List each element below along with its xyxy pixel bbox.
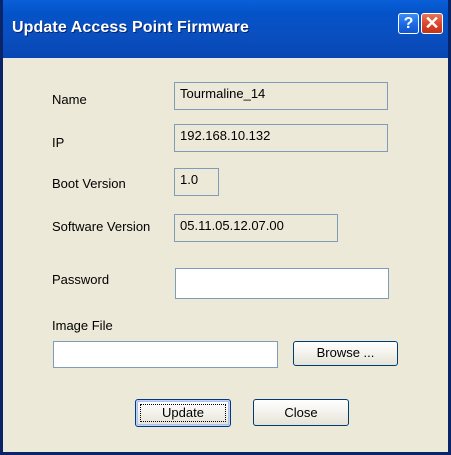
update-firmware-dialog: Update Access Point Firmware ? ✕ Name To… xyxy=(0,0,451,455)
software-version-label: Software Version xyxy=(52,219,151,234)
window-title: Update Access Point Firmware xyxy=(12,19,249,36)
help-button[interactable]: ? xyxy=(398,13,419,34)
software-version-value-field: 05.11.05.12.07.00 xyxy=(174,214,338,242)
title-close-button[interactable]: ✕ xyxy=(421,13,443,34)
boot-version-value-field: 1.0 xyxy=(174,168,219,196)
image-file-input[interactable] xyxy=(53,341,278,368)
update-button[interactable]: Update xyxy=(135,399,231,427)
image-file-label: Image File xyxy=(52,318,113,333)
update-button-label: Update xyxy=(162,405,204,420)
title-bar[interactable]: Update Access Point Firmware ? ✕ xyxy=(3,0,448,58)
password-input[interactable] xyxy=(175,268,389,299)
name-value-field: Tourmaline_14 xyxy=(174,82,388,110)
password-label: Password xyxy=(52,272,110,287)
close-button[interactable]: Close xyxy=(253,399,349,426)
name-label: Name xyxy=(52,92,87,107)
browse-button-label: Browse ... xyxy=(316,345,375,360)
boot-version-label: Boot Version xyxy=(52,176,126,191)
close-x-icon: ✕ xyxy=(424,13,440,33)
ip-label: IP xyxy=(52,135,65,150)
question-mark-icon: ? xyxy=(403,15,414,32)
ip-value-field: 192.168.10.132 xyxy=(174,124,388,152)
browse-button[interactable]: Browse ... xyxy=(293,341,398,366)
close-button-label: Close xyxy=(284,405,318,420)
